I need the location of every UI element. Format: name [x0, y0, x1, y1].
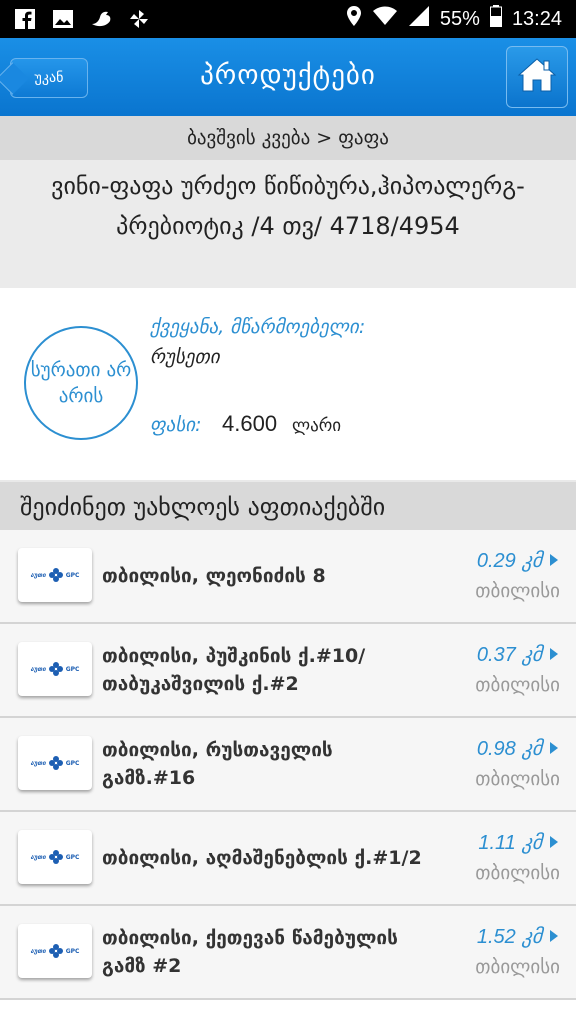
no-image-text: სურათი არ არის	[30, 359, 132, 407]
product-title: ვინი-ფაფა ურძეო წიწიბურა,ჰიპოალერგ-პრები…	[0, 160, 576, 288]
cross-icon	[48, 756, 63, 770]
pharmacy-logo: აუთი GPC	[18, 642, 92, 696]
pharmacy-logo: აუთი GPC	[18, 924, 92, 978]
logo-text: აუთი	[30, 665, 46, 673]
list-item[interactable]: აუთი GPC თბილისი, ლეონიძის 8 0.29 კმ თბი…	[0, 530, 576, 624]
pharmacy-distance: 1.11 კმ	[478, 832, 542, 854]
logo-text: აუთი	[30, 759, 46, 767]
pharmacy-distance: 1.52 კმ	[476, 926, 542, 948]
list-item[interactable]: აუთი GPC თბილისი, ქეთევან წამებულის გამზ…	[0, 906, 576, 1000]
pharmacy-city: თბილისი	[475, 956, 560, 978]
price-value: 4.600	[222, 411, 278, 436]
breadcrumb: ბავშვის კვება > ფაფა	[0, 116, 576, 160]
pharmacy-distance: 0.29 კმ	[476, 550, 542, 572]
logo-gpc: GPC	[65, 571, 80, 579]
chevron-right-icon	[550, 648, 558, 660]
status-bar: 55% 13:24	[0, 0, 576, 38]
logo-gpc: GPC	[65, 759, 80, 767]
pharmacy-address: თბილისი, აღმაშენებლის ქ.#1/2	[102, 847, 422, 869]
location-icon	[346, 5, 362, 33]
product-info: სურათი არ არის ქვეყანა, მწარმოებელი: რუს…	[0, 288, 576, 480]
cross-icon	[48, 850, 63, 864]
pharmacy-city: თბილისი	[475, 674, 560, 696]
pharmacy-city: თბილისი	[475, 862, 560, 884]
list-item[interactable]: აუთი GPC თბილისი, აღმაშენებლის ქ.#1/2 1.…	[0, 812, 576, 906]
price-label: ფასი:	[150, 414, 202, 436]
logo-text: აუთი	[30, 853, 46, 861]
price-currency: ლარი	[292, 416, 342, 436]
logo-text: აუთი	[30, 571, 46, 579]
chevron-right-icon	[550, 836, 558, 848]
home-button[interactable]	[506, 46, 568, 108]
cross-icon	[48, 568, 63, 582]
list-item[interactable]: აუთი GPC თბილისი, რუსთაველის გამზ.#16 0.…	[0, 718, 576, 812]
bird-icon	[90, 8, 112, 30]
battery-icon	[489, 5, 502, 33]
pharmacy-city: თბილისი	[475, 768, 560, 790]
chevron-right-icon	[550, 554, 558, 566]
pharmacy-address: თბილისი, ქეთევან წამებულის გამზ #2	[102, 927, 398, 977]
clock: 13:24	[511, 7, 562, 30]
wifi-icon	[372, 6, 398, 32]
pinwheel-icon	[128, 8, 150, 30]
battery-percent: 55%	[439, 7, 480, 30]
cross-icon	[48, 944, 63, 958]
facebook-icon	[14, 8, 36, 30]
no-image-placeholder: სურათი არ არის	[24, 326, 138, 440]
home-icon	[517, 56, 557, 98]
country-label: ქვეყანა, მწარმოებელი:	[150, 316, 366, 338]
country-value: რუსეთი	[150, 346, 220, 368]
pharmacy-distance: 0.98 კმ	[476, 738, 542, 760]
pharmacy-address: თბილისი, ლეონიძის 8	[102, 565, 326, 587]
logo-text: აუთი	[30, 947, 46, 955]
pharmacy-logo: აუთი GPC	[18, 736, 92, 790]
page-title: პროდუქტები	[200, 60, 376, 91]
gallery-icon	[52, 8, 74, 30]
chevron-right-icon	[550, 930, 558, 942]
chevron-right-icon	[550, 742, 558, 754]
logo-gpc: GPC	[65, 665, 80, 673]
pharmacy-logo: აუთი GPC	[18, 830, 92, 884]
logo-gpc: GPC	[65, 947, 80, 955]
logo-gpc: GPC	[65, 853, 80, 861]
pharmacy-list: აუთი GPC თბილისი, ლეონიძის 8 0.29 კმ თბი…	[0, 530, 576, 1000]
pharmacy-distance: 0.37 კმ	[476, 644, 542, 666]
list-item[interactable]: აუთი GPC თბილისი, პუშკინის ქ.#10/ თაბუკა…	[0, 624, 576, 718]
cross-icon	[48, 662, 63, 676]
signal-icon	[408, 5, 430, 33]
pharmacy-logo: აუთი GPC	[18, 548, 92, 602]
app-bar: უკან პროდუქტები	[0, 38, 576, 116]
pharmacy-city: თბილისი	[475, 580, 560, 602]
pharmacy-address: თბილისი, რუსთაველის გამზ.#16	[102, 739, 333, 789]
nearby-pharmacies-header: შეიძინეთ უახლოეს აფთიაქებში	[0, 480, 576, 530]
pharmacy-address: თბილისი, პუშკინის ქ.#10/ თაბუკაშვილის ქ.…	[102, 645, 366, 695]
